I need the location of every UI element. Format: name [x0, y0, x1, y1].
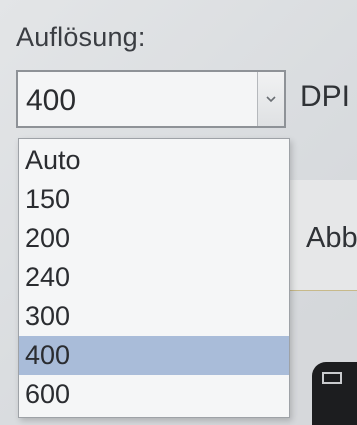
dropdown-button[interactable] — [257, 72, 284, 126]
option-600[interactable]: 600 — [19, 375, 289, 414]
option-240[interactable]: 240 — [19, 258, 289, 297]
device-icon-detail — [322, 372, 342, 384]
background-button[interactable]: Abb — [306, 222, 357, 255]
resolution-select[interactable]: 400 — [16, 70, 286, 128]
option-auto[interactable]: Auto — [19, 141, 289, 180]
option-400[interactable]: 400 — [19, 336, 289, 375]
resolution-selected-value: 400 — [26, 84, 77, 117]
chevron-down-icon — [266, 96, 276, 103]
resolution-label: Auflösung: — [16, 22, 146, 52]
background-divider — [290, 290, 357, 291]
option-300[interactable]: 300 — [19, 297, 289, 336]
option-200[interactable]: 200 — [19, 219, 289, 258]
resolution-dropdown-list[interactable]: Auto 150 200 240 300 400 600 — [18, 138, 290, 418]
resolution-unit: DPI — [300, 80, 351, 113]
option-150[interactable]: 150 — [19, 180, 289, 219]
